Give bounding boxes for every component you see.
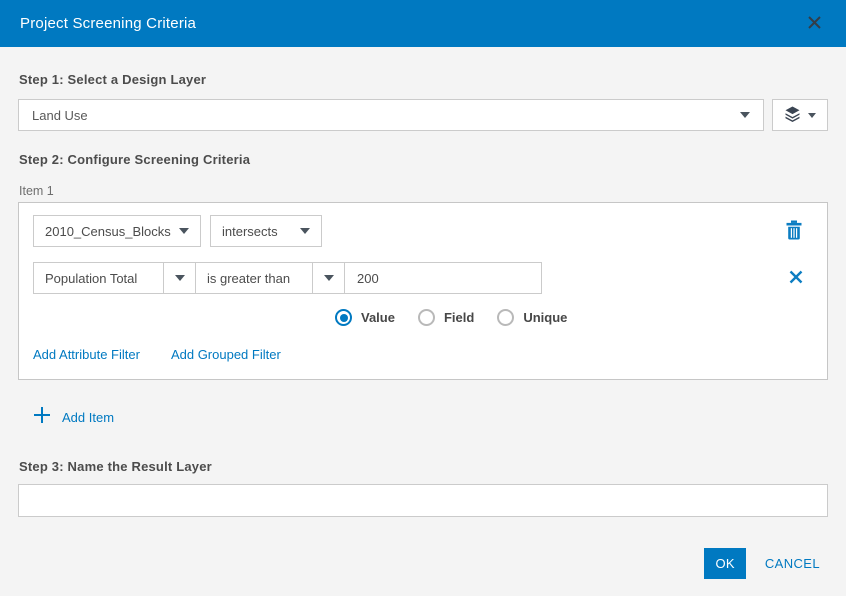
radio-option-unique[interactable]: Unique [497, 309, 567, 326]
spatial-operator-select-value: intersects [222, 223, 278, 239]
attribute-operator-select-value: is greater than [207, 270, 291, 286]
design-layer-row: Land Use [18, 99, 828, 131]
cancel-button[interactable]: CANCEL [763, 552, 822, 575]
dialog-header: Project Screening Criteria [0, 0, 846, 47]
step2-label: Step 2: Configure Screening Criteria [19, 152, 251, 167]
attribute-field-select-value: Population Total [45, 270, 138, 286]
plus-icon [33, 406, 51, 429]
step1-label: Step 1: Select a Design Layer [19, 72, 207, 87]
attribute-field-select[interactable]: Population Total [33, 262, 196, 294]
close-x-icon [789, 270, 803, 287]
criteria-layer-select[interactable]: 2010_Census_Blocks [33, 215, 201, 247]
design-layer-select[interactable]: Land Use [18, 99, 764, 131]
add-item-button[interactable]: Add Item [33, 406, 828, 429]
design-layer-select-value: Land Use [32, 107, 88, 123]
chevron-down-icon [163, 263, 195, 293]
layers-icon [784, 106, 801, 125]
result-layer-name-input[interactable] [18, 484, 828, 517]
radio-label: Unique [523, 310, 568, 325]
add-item-label: Add Item [62, 410, 115, 425]
item-label: Item 1 [19, 184, 54, 198]
dialog-body: Step 1: Select a Design Layer Land Use S… [0, 72, 846, 517]
chevron-down-icon [808, 112, 816, 118]
layer-options-button[interactable] [772, 99, 828, 131]
criteria-layer-select-value: 2010_Census_Blocks [45, 223, 171, 239]
chevron-down-icon [312, 263, 344, 293]
chevron-down-icon [300, 228, 310, 234]
ok-button[interactable]: OK [704, 548, 746, 579]
criteria-item-card: 2010_Census_Blocks intersects Population… [18, 202, 828, 380]
attribute-value-input[interactable] [344, 262, 542, 294]
spatial-criteria-row: 2010_Census_Blocks intersects [33, 215, 813, 247]
close-button[interactable] [803, 11, 826, 37]
add-grouped-filter-link[interactable]: Add Grouped Filter [171, 347, 281, 362]
radio-button-icon[interactable] [497, 309, 515, 326]
radio-label: Field [443, 310, 475, 325]
spatial-operator-select[interactable]: intersects [210, 215, 322, 247]
attribute-operator-select[interactable]: is greater than [195, 262, 345, 294]
radio-option-value[interactable]: Value [335, 309, 395, 326]
remove-filter-button[interactable] [789, 270, 803, 287]
delete-item-button[interactable] [785, 220, 803, 243]
filter-value-type-radios: Value Field Unique [335, 309, 813, 326]
radio-option-field[interactable]: Field [417, 309, 475, 326]
dialog-footer: OK CANCEL [704, 548, 822, 579]
trash-icon [785, 220, 803, 243]
add-attribute-filter-link[interactable]: Add Attribute Filter [33, 347, 140, 362]
project-screening-criteria-dialog: Project Screening Criteria Step 1: Selec… [0, 0, 846, 579]
chevron-down-icon [179, 228, 189, 234]
step3-label: Step 3: Name the Result Layer [19, 459, 212, 474]
attribute-filter-row: Population Total is greater than [33, 262, 813, 294]
filter-links-row: Add Attribute Filter Add Grouped Filter [33, 347, 813, 362]
radio-button-icon[interactable] [335, 309, 352, 326]
radio-label: Value [361, 310, 395, 325]
close-icon [807, 15, 822, 33]
dialog-title: Project Screening Criteria [20, 15, 197, 32]
chevron-down-icon [740, 112, 750, 118]
radio-button-icon[interactable] [417, 309, 435, 326]
